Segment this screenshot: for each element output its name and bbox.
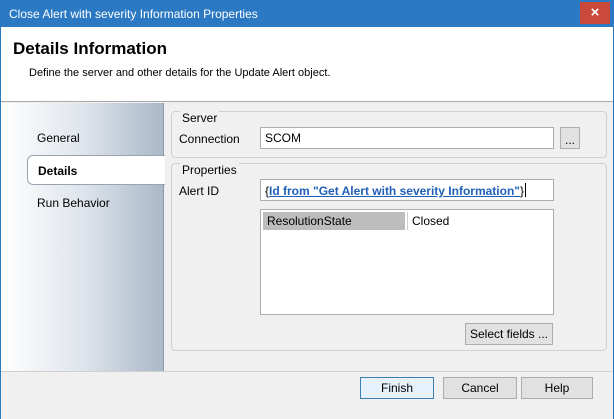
connection-label: Connection — [179, 132, 240, 146]
close-icon: × — [590, 4, 600, 21]
alert-id-published-data-link[interactable]: Id from "Get Alert with severity Informa… — [269, 184, 520, 198]
connection-input[interactable]: SCOM — [260, 127, 554, 149]
page-subtitle: Define the server and other details for … — [29, 67, 331, 79]
select-fields-button[interactable]: Select fields ... — [465, 323, 553, 345]
alert-id-brace-close: } — [519, 184, 524, 198]
sidebar-item-details[interactable]: Details — [27, 155, 165, 185]
browse-connection-button[interactable]: ... — [560, 127, 580, 149]
text-cursor — [525, 183, 526, 197]
alert-id-input[interactable]: {Id from "Get Alert with severity Inform… — [260, 179, 554, 201]
page-header: Details Information Define the server an… — [1, 27, 613, 102]
connection-value: SCOM — [265, 131, 301, 145]
field-value-cell[interactable]: Closed — [407, 212, 551, 230]
field-name-cell[interactable]: ResolutionState — [263, 212, 405, 230]
sidebar-item-general[interactable]: General — [37, 131, 80, 145]
properties-dialog: Close Alert with severity Information Pr… — [0, 0, 614, 419]
dialog-footer: Finish Cancel Help — [1, 371, 613, 419]
window-title: Close Alert with severity Information Pr… — [9, 7, 258, 21]
help-button[interactable]: Help — [521, 377, 593, 399]
details-panel: Server Connection SCOM ... Properties Al… — [165, 103, 613, 371]
fields-table[interactable]: ResolutionState Closed — [260, 209, 554, 315]
sidebar: General Details Run Behavior — [1, 103, 165, 371]
server-group-title: Server — [180, 111, 220, 125]
properties-group-title: Properties — [180, 163, 239, 177]
sidebar-item-run-behavior[interactable]: Run Behavior — [37, 196, 110, 210]
finish-button[interactable]: Finish — [360, 377, 434, 399]
title-bar[interactable]: Close Alert with severity Information Pr… — [1, 1, 613, 27]
alert-id-label: Alert ID — [179, 184, 220, 198]
close-button[interactable]: × — [580, 2, 610, 24]
sidebar-item-label: Details — [38, 164, 78, 178]
cancel-button[interactable]: Cancel — [443, 377, 517, 399]
page-title: Details Information — [13, 39, 167, 58]
